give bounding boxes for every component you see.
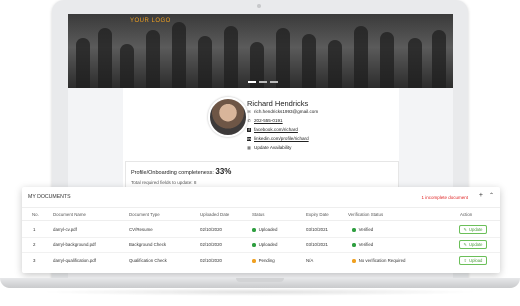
- verification-text: Verified: [358, 227, 374, 232]
- uploaded-date: 02/10/2020: [200, 258, 222, 263]
- row-no: 2: [33, 242, 36, 247]
- documents-title: MY DOCUMENTS: [28, 194, 71, 200]
- camera-dot: [257, 4, 261, 8]
- verification-cell: No verification Required: [352, 258, 405, 263]
- verification-cell: Verified: [352, 242, 373, 247]
- row-no: 1: [33, 227, 36, 232]
- uploaded-date: 02/10/2020: [200, 227, 222, 232]
- verification-text: Verified: [358, 242, 374, 247]
- edit-icon: ✎: [463, 227, 467, 232]
- phone-link[interactable]: 202-555-0191: [254, 118, 283, 123]
- email-link[interactable]: rich.hendricks1993@gmail.com: [254, 109, 318, 114]
- phone-icon: ✆: [247, 117, 251, 123]
- col-header-type: Document Type: [129, 212, 160, 217]
- update-button[interactable]: ✎ Update: [459, 225, 487, 234]
- expiry-date: N/A: [306, 258, 314, 263]
- update-button[interactable]: ✎ Update: [459, 240, 487, 249]
- facebook-icon: f: [247, 126, 251, 132]
- verification-dot-icon: [352, 228, 356, 232]
- documents-header: MY DOCUMENTS 1 incomplete document + ⌃: [22, 187, 500, 208]
- calendar-icon: ▦: [247, 144, 251, 150]
- status-cell: Pending: [252, 258, 275, 263]
- col-header-action: Action: [460, 212, 473, 217]
- availability-row: ▦ Update Availability: [247, 145, 291, 150]
- phone-row: ✆ 202-555-0191: [247, 117, 283, 123]
- document-name[interactable]: darryl-cv.pdf: [53, 227, 77, 232]
- status-text: Uploaded: [258, 242, 278, 247]
- upload-icon: ⇧: [463, 258, 468, 263]
- document-type: Qualification Check: [129, 258, 167, 263]
- verification-text: No verification Required: [358, 258, 406, 263]
- status-cell: Uploaded: [252, 227, 277, 232]
- avatar: [208, 97, 248, 137]
- update-availability-link[interactable]: Update Availability: [254, 145, 291, 150]
- document-type: Background Check: [129, 242, 167, 247]
- linkedin-link[interactable]: linkedin.com/profile/richard: [254, 136, 309, 141]
- verification-cell: Verified: [352, 227, 373, 232]
- document-name[interactable]: darryl-background.pdf: [53, 242, 96, 247]
- col-header-expiry: Expiry Date: [306, 212, 329, 217]
- linkedin-row: in linkedin.com/profile/richard: [247, 136, 309, 141]
- carousel-dots: [248, 81, 278, 83]
- col-header-verification: Verification Status: [348, 212, 384, 217]
- document-name[interactable]: darryl-qualification.pdf: [53, 258, 96, 263]
- linkedin-icon: in: [247, 135, 251, 141]
- documents-panel: MY DOCUMENTS 1 incomplete document + ⌃ N…: [22, 187, 500, 273]
- laptop-shadow: [40, 288, 480, 296]
- status-text: Uploaded: [258, 227, 278, 232]
- completeness-percent: 33%: [215, 167, 232, 176]
- status-dot-icon: [252, 243, 256, 247]
- document-type: CV/Resume: [129, 227, 153, 232]
- status-text: Pending: [258, 258, 275, 263]
- status-dot-icon: [252, 228, 256, 232]
- cover-banner: YOUR LOGO: [68, 14, 453, 88]
- incomplete-warning: 1 incomplete document: [421, 195, 468, 200]
- expiry-date: 03/10/2021: [306, 227, 328, 232]
- brand-logo: YOUR LOGO: [130, 18, 171, 24]
- carousel-dot[interactable]: [270, 81, 278, 83]
- envelope-icon: ✉: [247, 108, 251, 114]
- required-fields-text: Total required fields to update: 8: [131, 180, 197, 185]
- profile-name: Richard Hendricks: [247, 99, 309, 108]
- carousel-dot[interactable]: [259, 81, 267, 83]
- row-no: 3: [33, 258, 36, 263]
- email-row: ✉ rich.hendricks1993@gmail.com: [247, 109, 318, 114]
- verification-dot-icon: [352, 259, 356, 263]
- verification-dot-icon: [352, 243, 356, 247]
- plus-icon[interactable]: +: [479, 192, 483, 199]
- chevron-up-icon[interactable]: ⌃: [489, 192, 494, 199]
- completeness-label: Profile/Onboarding completeness:: [131, 170, 214, 176]
- expiry-date: 03/10/2021: [306, 242, 328, 247]
- upload-button[interactable]: ⇧ Upload: [459, 256, 487, 265]
- status-cell: Uploaded: [252, 242, 277, 247]
- carousel-dot[interactable]: [248, 81, 256, 83]
- facebook-row: f facebook.com/richard: [247, 127, 298, 132]
- laptop-notch: [236, 278, 284, 282]
- col-header-name: Document Name: [53, 212, 86, 217]
- uploaded-date: 02/10/2020: [200, 242, 222, 247]
- status-dot-icon: [252, 259, 256, 263]
- completeness-title: Profile/Onboarding completeness: 33%: [131, 167, 231, 176]
- facebook-link[interactable]: facebook.com/richard: [254, 127, 298, 132]
- col-header-no: No.: [32, 212, 39, 217]
- edit-icon: ✎: [463, 242, 467, 247]
- col-header-status: Status: [252, 212, 265, 217]
- col-header-uploaded: Uploaded Date: [200, 212, 230, 217]
